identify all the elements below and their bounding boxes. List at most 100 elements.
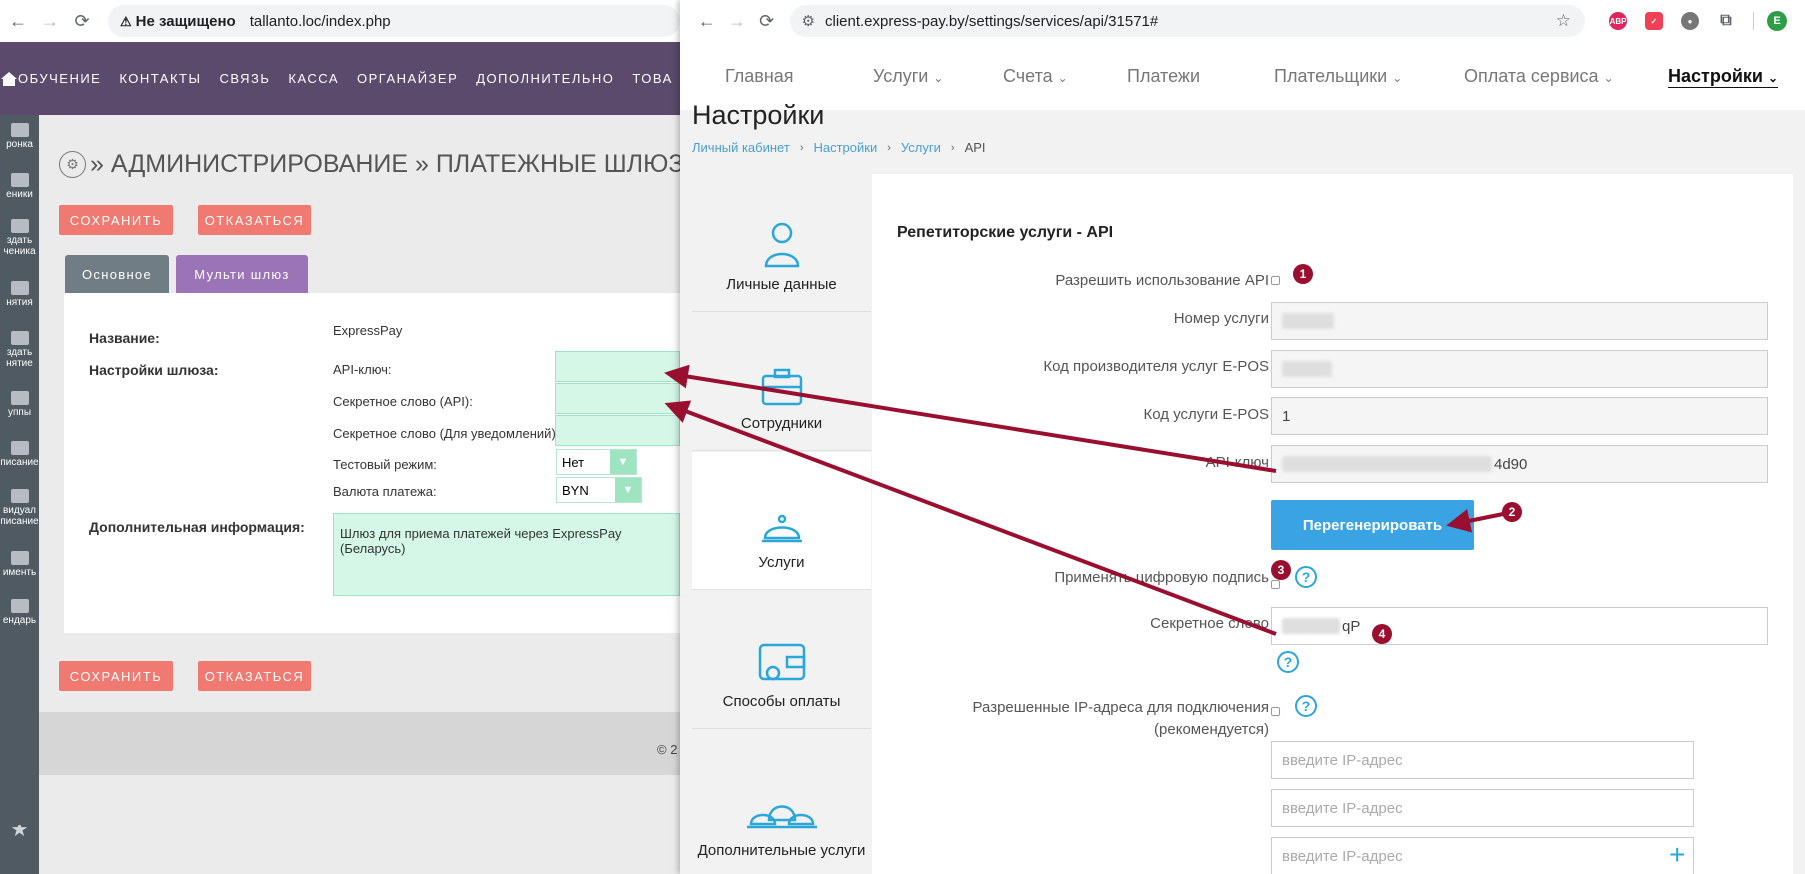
pocket-icon[interactable]: ✓ xyxy=(1645,12,1664,30)
epos-provider-input[interactable] xyxy=(1271,350,1768,388)
api-key-input[interactable]: 4d90 xyxy=(1271,445,1768,483)
help-icon[interactable]: ? xyxy=(1277,651,1299,673)
nav-item-contacts[interactable]: КОНТАКТЫ xyxy=(119,71,201,86)
nav-service-payment[interactable]: Оплата сервиса ⌄ xyxy=(1464,66,1614,87)
currency-select[interactable]: BYN ▼ xyxy=(556,477,642,503)
digital-sign-checkbox[interactable] xyxy=(1271,580,1280,589)
left-browser-window: ← → ⟳ ⚠ Не защищено tallanto.loc/index.ph… xyxy=(0,0,680,874)
nav-item-cashbox[interactable]: КАССА xyxy=(288,71,339,86)
lessons-icon xyxy=(10,281,29,295)
sidebar-item[interactable]: именть xyxy=(0,551,39,578)
forward-icon[interactable]: → xyxy=(724,7,750,35)
service-bells-icon xyxy=(746,805,817,829)
ip-address-input[interactable]: введите IP-адрес xyxy=(1271,741,1694,779)
annotation-badge-3: 3 xyxy=(1271,560,1291,580)
home-icon[interactable] xyxy=(0,70,18,88)
nav-services[interactable]: Услуги ⌄ xyxy=(873,66,943,87)
sidebar-item[interactable]: уппы xyxy=(0,391,39,418)
gateway-form: Название: ExpressPay Настройки шлюза: AP… xyxy=(64,293,680,633)
tab-services[interactable]: Услуги xyxy=(692,452,871,590)
epos-service-input[interactable]: 1 xyxy=(1271,397,1768,435)
breadcrumb-settings[interactable]: Настройки xyxy=(813,140,877,155)
nav-item-goods[interactable]: ТОВА xyxy=(632,71,672,86)
sidebar-item[interactable]: ронка xyxy=(0,123,39,150)
secret-api-input[interactable] xyxy=(555,383,680,414)
ip-address-input[interactable]: введите IP-адрес xyxy=(1271,837,1694,874)
tab-payment-methods[interactable]: Способы оплаты xyxy=(692,591,871,729)
tab-personal-data[interactable]: Личные данные xyxy=(692,174,871,312)
bookmark-star-icon[interactable]: ☆ xyxy=(1556,11,1571,31)
settings-title: Настройки xyxy=(692,100,825,130)
save-button-bottom[interactable]: СОХРАНИТЬ xyxy=(59,661,173,691)
digital-sign-label: Применять цифровую подпись xyxy=(1054,569,1269,586)
nav-invoices[interactable]: Счета ⌄ xyxy=(1003,66,1068,87)
nav-item-education[interactable]: ОБУЧЕНИЕ xyxy=(18,71,101,86)
subscriptions-icon xyxy=(10,551,29,565)
nav-home[interactable]: Главная xyxy=(725,66,794,87)
help-icon[interactable]: ? xyxy=(1295,695,1317,717)
chevron-down-icon: ⌄ xyxy=(1603,71,1614,85)
tab-employees[interactable]: Сотрудники xyxy=(692,313,871,451)
chevron-right-icon: › xyxy=(799,141,804,154)
forward-icon[interactable]: → xyxy=(36,7,64,35)
ip-address-input[interactable]: введите IP-адрес xyxy=(1271,789,1694,827)
sidebar-item[interactable]: здать ченика xyxy=(0,219,39,257)
cancel-button-bottom[interactable]: ОТКАЗАТЬСЯ xyxy=(198,661,311,691)
annotation-badge-4: 4 xyxy=(1372,624,1392,644)
back-icon[interactable]: ← xyxy=(4,7,32,35)
secret-word-input[interactable]: qP xyxy=(1271,607,1768,645)
save-button[interactable]: СОХРАНИТЬ xyxy=(59,205,173,235)
reload-icon[interactable]: ⟳ xyxy=(754,7,780,35)
annotation-badge-2: 2 xyxy=(1502,502,1522,522)
site-info-icon[interactable]: ⚙ xyxy=(802,12,815,30)
puzzle-icon[interactable]: ⧉ xyxy=(1717,12,1735,30)
extension-icon[interactable]: ● xyxy=(1681,12,1700,30)
extra-info-textarea[interactable]: Шлюз для приема платежей через ExpressPa… xyxy=(333,513,680,596)
back-icon[interactable]: ← xyxy=(694,7,720,35)
secret-notify-input[interactable] xyxy=(555,415,680,446)
test-mode-select[interactable]: Нет ▼ xyxy=(556,449,637,475)
nav-item-communication[interactable]: СВЯЗЬ xyxy=(219,71,270,86)
cancel-button[interactable]: ОТКАЗАТЬСЯ xyxy=(198,205,311,235)
sidebar-item[interactable]: еники xyxy=(0,173,39,200)
sidebar-item[interactable]: здать нятие xyxy=(0,331,39,369)
sidebar-item[interactable]: нятия xyxy=(0,281,39,308)
right-address-bar[interactable]: ⚙ client.express-pay.by/settings/service… xyxy=(789,5,1586,37)
left-browser-toolbar: ← → ⟳ ⚠ Не защищено tallanto.loc/index.ph… xyxy=(0,0,680,42)
breadcrumb-cabinet[interactable]: Личный кабинет xyxy=(692,140,790,155)
chevron-down-icon: ⌄ xyxy=(1392,71,1403,85)
reload-icon[interactable]: ⟳ xyxy=(68,7,96,35)
help-icon[interactable]: ? xyxy=(1295,566,1317,588)
groups-icon xyxy=(10,391,29,405)
name-value: ExpressPay xyxy=(333,323,403,338)
tab-additional-services[interactable]: Дополнительные услуги xyxy=(692,730,871,874)
tab-main[interactable]: Основное xyxy=(65,255,169,293)
api-key-input[interactable] xyxy=(555,351,680,382)
nav-payers[interactable]: Плательщики ⌄ xyxy=(1274,66,1402,87)
left-app-nav: ОБУЧЕНИЕ КОНТАКТЫ СВЯЗЬ КАССА ОРГАНАЙЗЕР… xyxy=(0,42,680,115)
breadcrumb-api: API xyxy=(964,140,986,155)
nav-payments[interactable]: Платежи xyxy=(1127,66,1200,87)
allow-api-checkbox[interactable] xyxy=(1271,276,1280,285)
nav-settings[interactable]: Настройки ⌄ xyxy=(1668,66,1778,87)
add-ip-icon[interactable]: + xyxy=(1669,839,1685,871)
epos-provider-label: Код производителя услуг E-POS xyxy=(1043,358,1269,375)
tab-multi-gateway[interactable]: Мульти шлюз xyxy=(176,255,308,293)
sidebar-item[interactable]: видуал писание xyxy=(0,489,39,527)
adblock-icon[interactable]: ABP xyxy=(1609,12,1628,30)
redacted-value xyxy=(1282,456,1492,472)
security-warning[interactable]: ⚠ Не защищено xyxy=(120,13,236,30)
allowed-ip-checkbox[interactable] xyxy=(1271,707,1280,716)
regenerate-button[interactable]: Перегенерировать xyxy=(1271,500,1474,550)
nav-item-additional[interactable]: ДОПОЛНИТЕЛЬНО xyxy=(476,71,614,86)
left-address-bar[interactable]: ⚠ Не защищено tallanto.loc/index.php xyxy=(108,5,680,37)
nav-item-organizer[interactable]: ОРГАНАЙЗЕР xyxy=(357,71,458,86)
allowed-ip-label: Разрешенные IP-адреса для подключения xyxy=(972,699,1269,716)
profile-avatar[interactable]: E xyxy=(1767,11,1788,31)
page-title: ⚙ » АДМИНИСТРИРОВАНИЕ » ПЛАТЕЖНЫЕ ШЛЮЗЫ xyxy=(59,150,680,179)
service-number-input[interactable] xyxy=(1271,302,1768,340)
star-icon[interactable]: ★ xyxy=(0,825,39,836)
breadcrumb-services[interactable]: Услуги xyxy=(901,140,941,155)
sidebar-item[interactable]: писание xyxy=(0,441,39,468)
sidebar-item[interactable]: ендарь xyxy=(0,599,39,626)
